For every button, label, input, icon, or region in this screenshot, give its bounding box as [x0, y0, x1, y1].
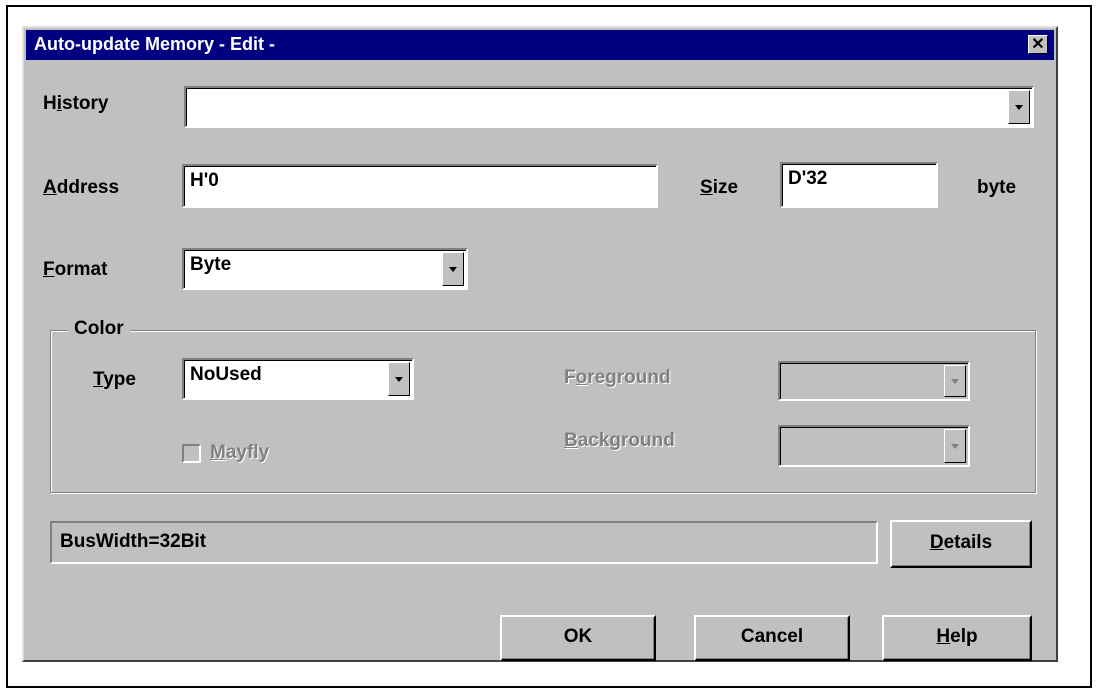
type-value: NoUsed — [190, 364, 262, 385]
background-dropdown-button[interactable] — [944, 429, 966, 463]
help-button[interactable]: Help — [882, 615, 1032, 661]
size-input[interactable]: D'32 — [780, 162, 938, 208]
foreground-select[interactable] — [778, 361, 970, 401]
size-unit: byte — [977, 177, 1017, 198]
format-select[interactable]: Byte — [182, 248, 468, 290]
close-icon: ✕ — [1031, 36, 1045, 53]
details-button[interactable]: Details — [890, 520, 1032, 568]
history-label: History — [43, 93, 109, 114]
history-combobox[interactable] — [184, 86, 1034, 128]
status-text: BusWidth=32Bit — [60, 531, 207, 552]
format-dropdown-button[interactable] — [442, 252, 464, 286]
help-button-label: Help — [936, 626, 978, 647]
mayfly-checkbox[interactable] — [182, 444, 201, 463]
close-button[interactable]: ✕ — [1028, 35, 1048, 54]
mayfly-label: Mayfly — [210, 442, 270, 463]
size-value: D'32 — [788, 168, 828, 189]
foreground-dropdown-button[interactable] — [944, 365, 966, 397]
history-dropdown-button[interactable] — [1008, 90, 1030, 124]
type-dropdown-button[interactable] — [388, 362, 410, 396]
details-button-label: Details — [929, 532, 993, 553]
ok-button-label: OK — [563, 626, 593, 647]
address-label: Address — [43, 177, 120, 198]
format-label: Format — [43, 259, 108, 280]
cancel-button[interactable]: Cancel — [694, 615, 850, 661]
ok-button[interactable]: OK — [500, 615, 656, 661]
color-group-label: Color — [68, 318, 130, 340]
format-value: Byte — [190, 254, 232, 275]
background-select[interactable] — [778, 425, 970, 467]
background-label: Background — [564, 430, 675, 451]
bus-width-status: BusWidth=32Bit — [50, 521, 878, 564]
title-bar: Auto-update Memory - Edit - ✕ — [26, 30, 1054, 60]
size-label: Size — [700, 177, 739, 198]
cancel-button-label: Cancel — [740, 626, 804, 647]
type-label: Type — [93, 369, 136, 390]
window-title: Auto-update Memory - Edit - — [34, 34, 275, 54]
address-value: H'0 — [190, 170, 219, 191]
address-input[interactable]: H'0 — [182, 164, 658, 208]
color-groupbox — [50, 330, 1036, 493]
foreground-label: Foreground — [564, 367, 671, 388]
type-select[interactable]: NoUsed — [182, 358, 414, 400]
